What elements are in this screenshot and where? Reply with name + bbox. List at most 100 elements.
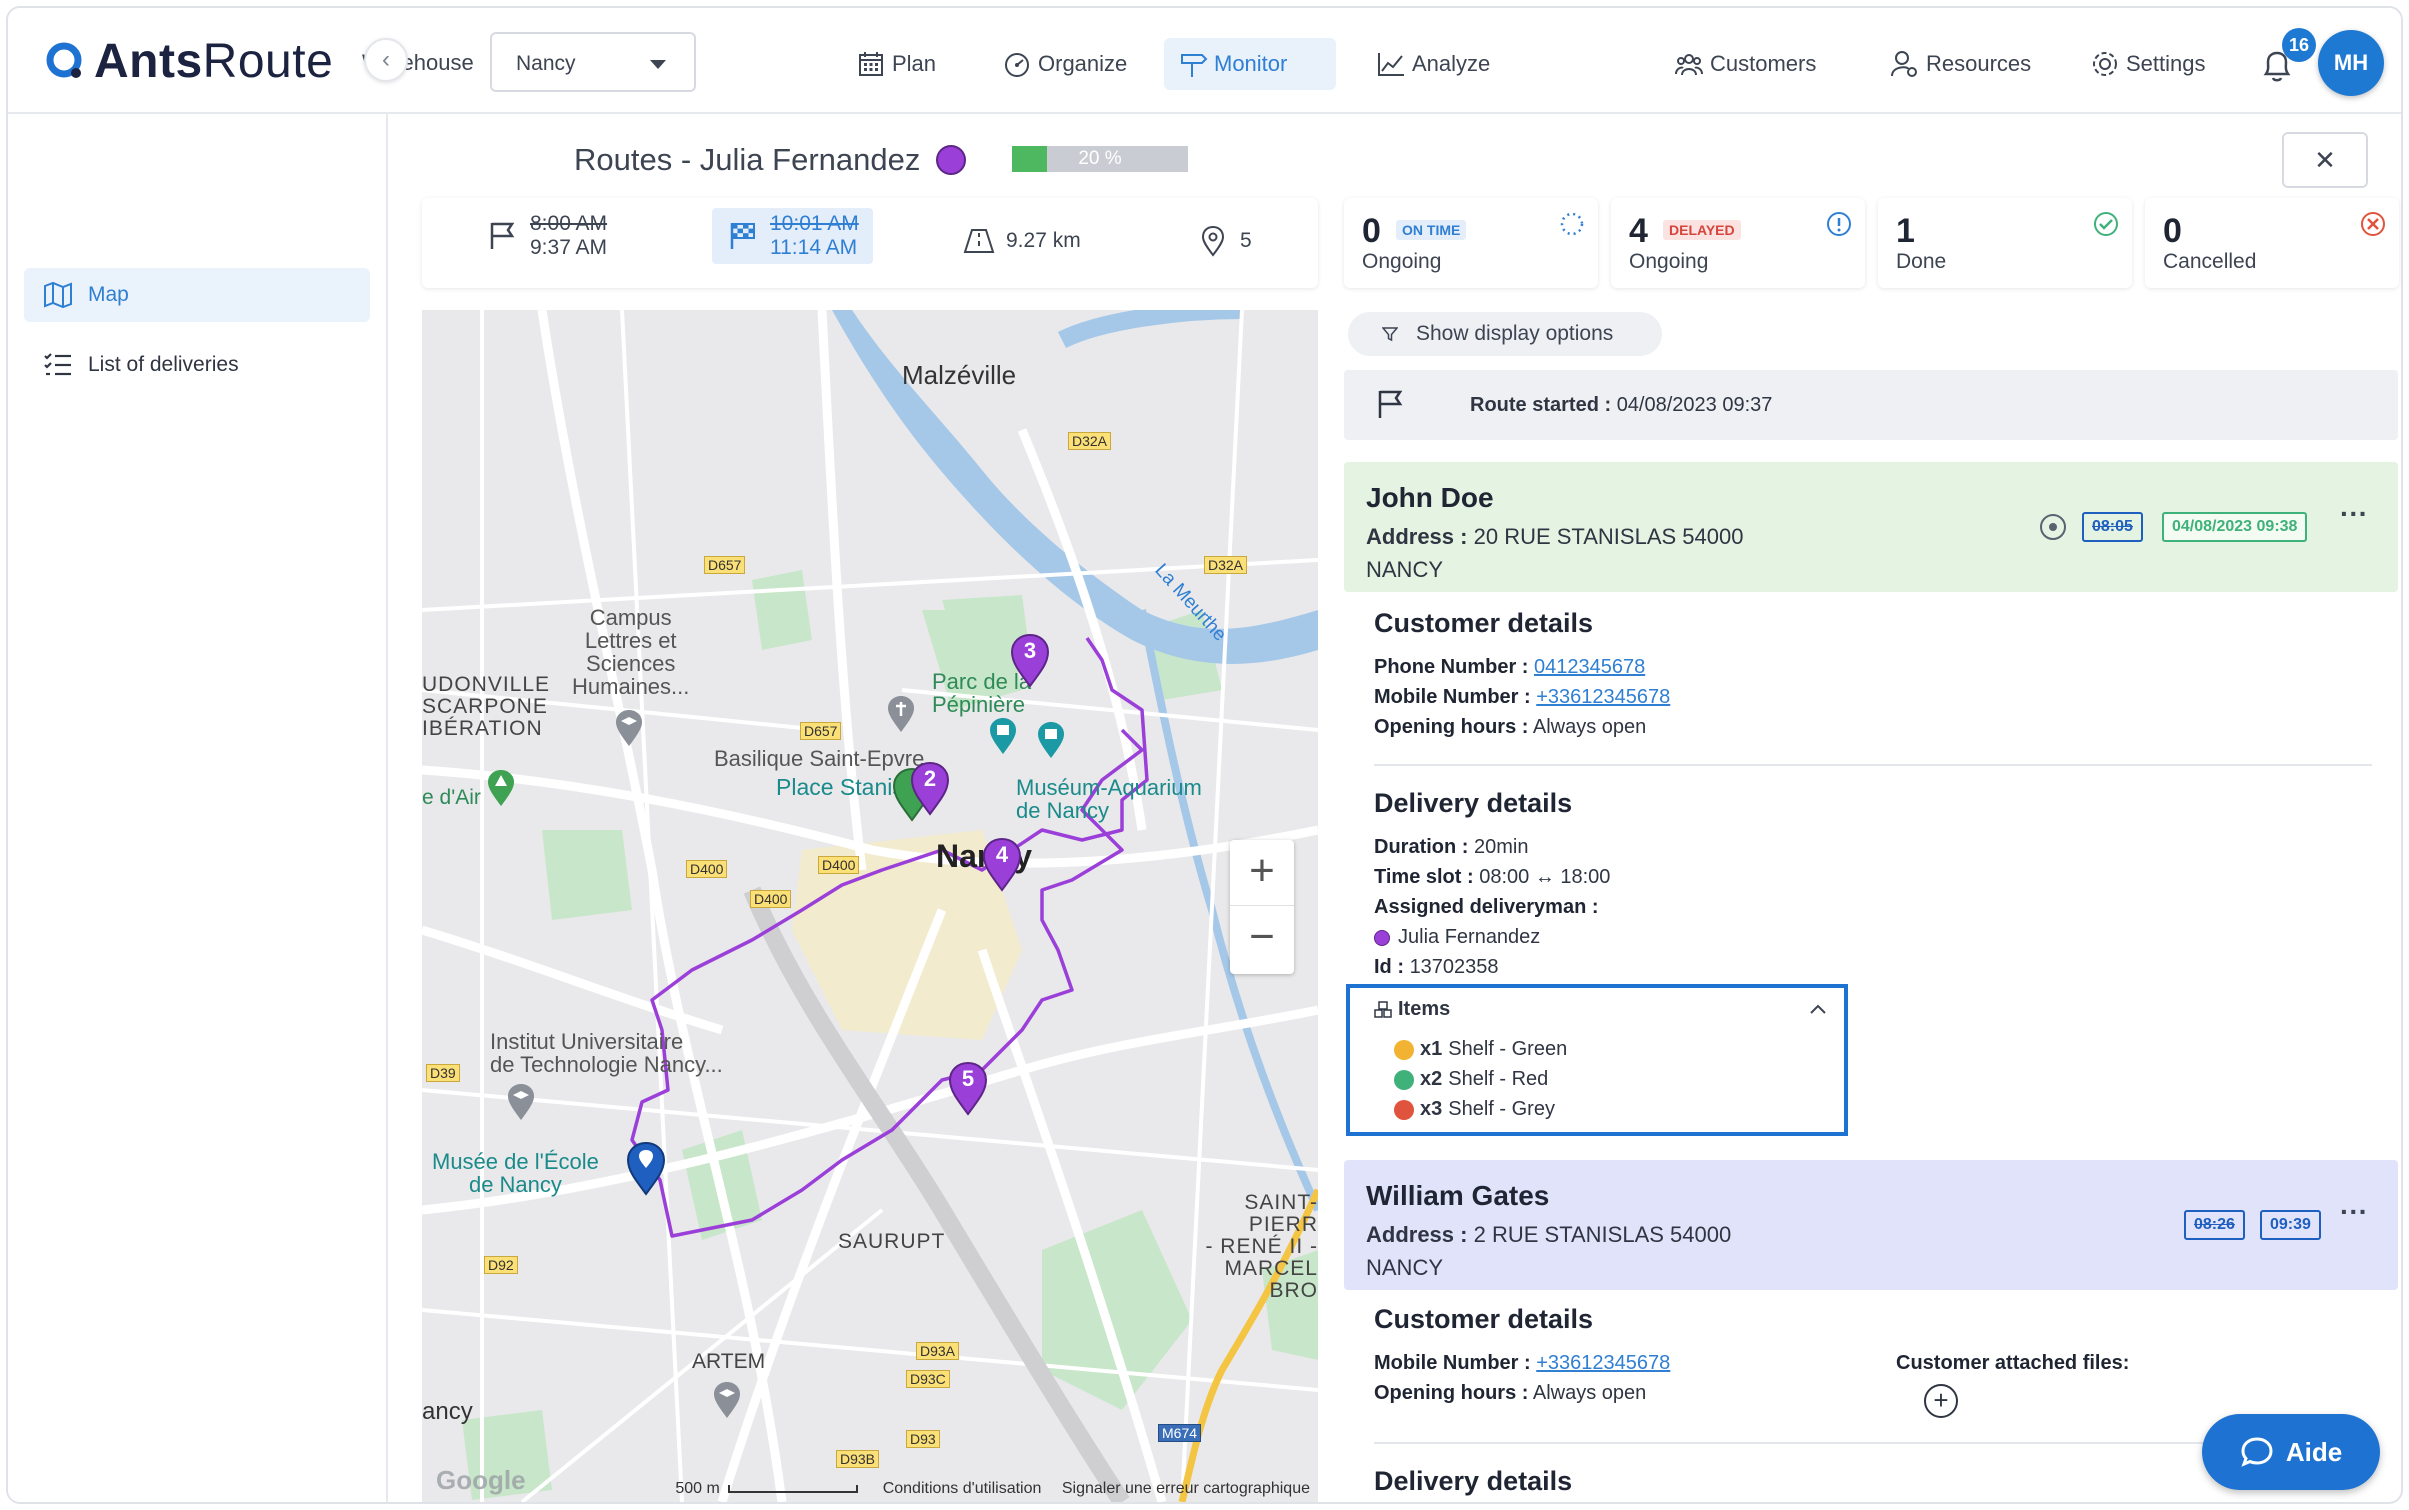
road-badge: D657: [704, 556, 746, 574]
map-label-artem: ARTEM: [692, 1350, 766, 1373]
item-row: x2 Shelf - Red: [1394, 1068, 1548, 1091]
stop-marker-5[interactable]: 5: [946, 1060, 990, 1121]
zoom-in-button[interactable]: +: [1230, 840, 1294, 906]
status-ring-icon: [2040, 514, 2066, 540]
help-button[interactable]: Aide: [2202, 1414, 2380, 1490]
poi-marker-icon[interactable]: [988, 716, 1018, 756]
road-badge: D93B: [836, 1450, 880, 1468]
kpi-done-card[interactable]: 1 Done: [1878, 198, 2132, 288]
nav-settings-label: Settings: [2126, 51, 2206, 76]
route-start-times: 8:00 AM 9:37 AM: [486, 212, 607, 260]
kpi-cancelled-card[interactable]: 0 Cancelled: [2145, 198, 2399, 288]
item-row: x1 Shelf - Green: [1394, 1038, 1567, 1061]
nav-settings[interactable]: Settings: [2076, 38, 2220, 90]
nav-organize-label: Organize: [1038, 51, 1128, 76]
collapse-sidebar-button[interactable]: ‹: [364, 38, 408, 82]
chart-icon: [1378, 53, 1404, 76]
mobile-link[interactable]: +33612345678: [1536, 686, 1670, 708]
warehouse-select[interactable]: Nancy: [490, 32, 696, 92]
deliveryman-label: Assigned deliveryman :: [1374, 896, 1599, 918]
sidebar-item-deliveries[interactable]: List of deliveries: [24, 338, 370, 392]
item-row: x3 Shelf - Grey: [1394, 1098, 1555, 1121]
items-panel[interactable]: Items x1 Shelf - Green x2 Shelf - Red x3 Sh…: [1346, 984, 1848, 1136]
sidebar-item-map[interactable]: Map: [24, 268, 370, 322]
route-distance: 9.27 km: [962, 224, 1081, 258]
more-options-button[interactable]: ···: [2340, 498, 2368, 530]
depot-marker-icon[interactable]: [624, 1140, 668, 1196]
map-label-place: Place Stanis: [776, 774, 904, 800]
add-file-button[interactable]: +: [1924, 1384, 1958, 1418]
map-label-musee: Musée de l'École de Nancy: [432, 1149, 599, 1197]
stop-number: 4: [995, 842, 1009, 867]
zoom-out-button[interactable]: −: [1230, 906, 1294, 972]
display-options-label: Show display options: [1416, 322, 1614, 345]
customer-details-title: Customer details: [1374, 1304, 1594, 1334]
nav-analyze[interactable]: Analyze: [1362, 38, 1504, 90]
stop-header-john-doe[interactable]: John Doe Address : 20 RUE STANISLAS 5400…: [1344, 462, 2398, 592]
stop-marker-4[interactable]: 4: [980, 836, 1024, 897]
nav-customers[interactable]: Customers: [1660, 38, 1830, 90]
kpi-delayed-value: 4: [1629, 212, 1648, 250]
map-label-malzeville: Malzéville: [902, 360, 1017, 390]
close-button[interactable]: ✕: [2282, 132, 2368, 188]
poi-marker-icon[interactable]: [614, 708, 644, 748]
kpi-cancelled-label: Cancelled: [2163, 250, 2257, 273]
route-started-text: Route started : 04/08/2023 09:37: [1470, 394, 1772, 417]
kpi-cancelled-value: 0: [2163, 212, 2182, 250]
stop-marker-2[interactable]: 2: [908, 760, 952, 821]
zoom-controls: + −: [1230, 840, 1294, 974]
plus-icon: +: [1933, 1385, 1949, 1415]
stop-marker-3[interactable]: 3: [1008, 632, 1052, 693]
notification-badge: 16: [2282, 28, 2316, 62]
route-map[interactable]: D32A D32A D657 D657 D400 D400 D400 D39 D…: [422, 310, 1318, 1502]
phone-link[interactable]: 0412345678: [1534, 656, 1645, 678]
duration-row: Duration : 20min: [1374, 836, 1529, 858]
chevron-up-icon[interactable]: [1808, 1000, 1828, 1020]
kpi-ontime-label: Ongoing: [1362, 250, 1442, 273]
planned-start-time: 8:00 AM: [530, 212, 608, 235]
nav-resources-label: Resources: [1926, 51, 2032, 76]
items-title: Items: [1398, 998, 1451, 1020]
poi-marker-icon[interactable]: [1036, 720, 1066, 760]
display-options-button[interactable]: Show display options: [1348, 312, 1662, 356]
flag-icon: [490, 222, 515, 249]
opening-hours-row: Opening hours : Always open: [1374, 716, 1647, 738]
route-title: Routes - Julia Fernandez: [574, 142, 967, 178]
poi-marker-icon[interactable]: [712, 1380, 742, 1420]
mobile-row: Mobile Number : +33612345678: [1374, 686, 1671, 708]
nav-monitor[interactable]: Monitor: [1164, 38, 1336, 90]
map-footer: 500 m Conditions d'utilisation Signaler …: [675, 1480, 1310, 1498]
help-label: Aide: [2285, 1436, 2343, 1467]
google-logo: Google: [436, 1465, 526, 1495]
gauge-icon: [1005, 53, 1029, 77]
antsroute-logo[interactable]: AntsRoute: [44, 35, 333, 88]
nav-plan[interactable]: Plan: [842, 38, 950, 90]
location-pin-icon: [1201, 225, 1225, 257]
nav-resources[interactable]: Resources: [1876, 38, 2045, 90]
error-status-icon: [1394, 1099, 1414, 1120]
kpi-ontime-card[interactable]: 0 ON TIME Ongoing: [1344, 198, 1598, 288]
kpi-delayed-card[interactable]: 4 DELAYED Ongoing: [1611, 198, 1865, 288]
gear-icon: [2093, 52, 2117, 76]
flag-icon: [1378, 390, 1403, 418]
warehouse-value: Nancy: [516, 52, 576, 75]
poi-marker-icon[interactable]: [506, 1082, 536, 1122]
planned-time-badge: 08:05: [2082, 512, 2143, 542]
map-terms-link[interactable]: Conditions d'utilisation: [883, 1480, 1042, 1497]
route-title-text: Routes - Julia Fernandez: [574, 142, 921, 177]
kpi-ontime-value: 0: [1362, 212, 1381, 250]
items-header[interactable]: Items: [1374, 998, 1450, 1021]
kpi-delayed-tag: DELAYED: [1663, 220, 1741, 240]
map-label-district: UDONVILLE SCARPONE IBÉRATION: [422, 673, 551, 740]
road-badge: D39: [426, 1064, 460, 1082]
chat-bubble-icon: [2241, 1437, 2273, 1467]
mobile-link[interactable]: +33612345678: [1536, 1352, 1670, 1374]
poi-marker-icon[interactable]: [886, 694, 916, 734]
user-avatar[interactable]: MH: [2318, 30, 2384, 96]
nav-organize[interactable]: Organize: [988, 38, 1141, 90]
stop-header-william-gates[interactable]: William Gates Address : 2 RUE STANISLAS …: [1344, 1160, 2398, 1290]
more-options-button[interactable]: ···: [2340, 1196, 2368, 1228]
map-report-link[interactable]: Signaler une erreur cartographique: [1062, 1480, 1310, 1497]
actual-start-time: 9:37 AM: [530, 236, 608, 259]
poi-marker-icon[interactable]: [486, 768, 516, 808]
